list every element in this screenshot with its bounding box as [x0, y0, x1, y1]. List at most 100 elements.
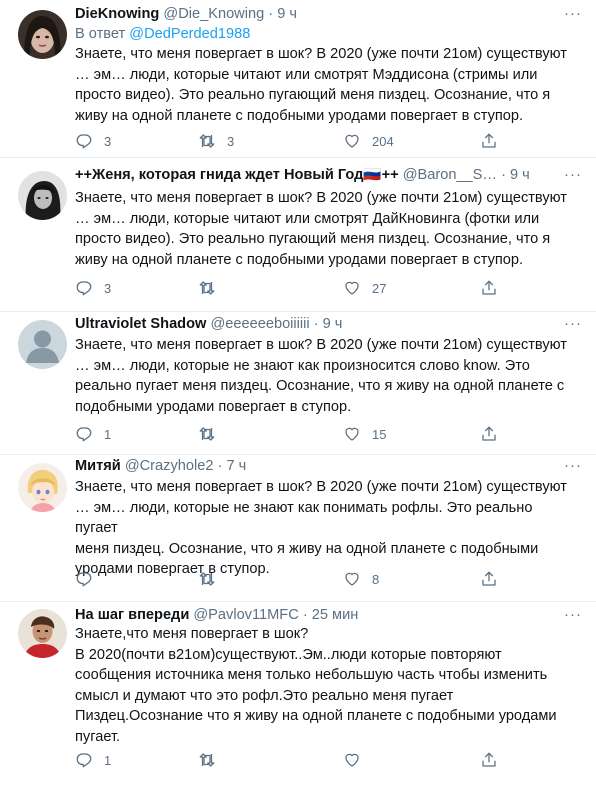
more-icon[interactable]: ···	[564, 458, 582, 477]
tweet[interactable]: Митяй @Crazyhole2 · 7 ч ··· Знаете, что …	[0, 455, 596, 602]
display-name[interactable]: На шаг впереди	[75, 607, 189, 623]
avatar[interactable]	[18, 171, 67, 220]
separator-dot: ·	[302, 607, 308, 623]
tweet-text: Знаете, что меня повергает в шок? В 2020…	[75, 46, 567, 124]
retweet-icon	[199, 427, 215, 441]
separator-dot: ·	[313, 316, 319, 332]
like-button[interactable]: 8	[343, 569, 379, 589]
share-button[interactable]	[480, 424, 498, 444]
tweet-text: Знаете, что меня повергает в шок? В 2020…	[75, 337, 567, 415]
tweet-actions: 3 27	[75, 278, 578, 298]
reply-button[interactable]: 3	[75, 131, 111, 151]
share-icon	[482, 280, 496, 295]
share-button[interactable]	[480, 569, 498, 589]
retweet-count: 3	[227, 133, 235, 149]
reply-button[interactable]: 1	[75, 750, 111, 770]
reply-count: 1	[104, 752, 112, 768]
avatar[interactable]	[18, 320, 67, 369]
user-handle[interactable]: @Die_Knowing	[163, 6, 264, 22]
share-button[interactable]	[480, 278, 498, 298]
reply-icon	[76, 134, 92, 149]
user-handle[interactable]: @Pavlov11MFC	[193, 607, 298, 623]
reply-icon	[76, 427, 92, 442]
heart-icon	[345, 572, 359, 586]
like-count: 8	[372, 571, 380, 587]
reply-count: 3	[104, 280, 112, 296]
reply-context: В ответ @DedPerded1988	[75, 25, 250, 43]
display-name[interactable]: DieKnowing	[75, 6, 159, 22]
retweet-icon	[199, 281, 215, 295]
tweet-text: Знаете,что меня повергает в шок? В 2020(…	[75, 626, 557, 745]
retweet-icon	[199, 753, 215, 767]
tweet-header: На шаг впереди @Pavlov11MFC · 25 мин	[75, 606, 562, 624]
share-icon	[482, 426, 496, 441]
avatar[interactable]	[18, 463, 67, 512]
retweet-button[interactable]	[198, 424, 227, 444]
more-icon[interactable]: ···	[564, 6, 582, 25]
user-handle[interactable]: @Crazyhole2	[125, 458, 214, 474]
timestamp[interactable]: 7 ч	[226, 458, 246, 474]
share-icon	[482, 133, 496, 148]
like-count: 27	[372, 280, 387, 296]
tweet-actions: 3 3 204	[75, 131, 578, 151]
timestamp[interactable]: 9 ч	[323, 316, 343, 332]
tweet-header: Митяй @Crazyhole2 · 7 ч	[75, 457, 562, 475]
display-name[interactable]: Ultraviolet Shadow	[75, 316, 206, 332]
tweet-header: ++Женя, которая гнида ждет Новый Год🇷🇺++…	[75, 166, 562, 184]
user-handle[interactable]: @eeeeeeboiiiiii	[210, 316, 309, 332]
reply-icon	[76, 572, 92, 587]
display-name[interactable]: ++Женя, которая гнида ждет Новый Год🇷🇺++	[75, 167, 399, 183]
retweet-button[interactable]	[198, 569, 227, 589]
tweet[interactable]: На шаг впереди @Pavlov11MFC · 25 мин ···…	[0, 602, 596, 787]
more-icon[interactable]: ···	[564, 167, 582, 186]
heart-icon	[345, 753, 359, 767]
tweet-text: Знаете, что меня повергает в шок? В 2020…	[75, 479, 567, 578]
share-button[interactable]	[480, 750, 498, 770]
heart-icon	[345, 427, 359, 441]
tweet-header: Ultraviolet Shadow @eeeeeeboiiiiii · 9 ч	[75, 315, 562, 333]
reply-button[interactable]: 3	[75, 278, 111, 298]
reply-button[interactable]	[75, 569, 104, 589]
share-button[interactable]	[480, 131, 498, 151]
tweet-text: Знаете, что меня повергает в шок? В 2020…	[75, 190, 567, 268]
reply-count: 1	[104, 426, 112, 442]
tweet-actions: 1	[75, 750, 578, 770]
like-count: 204	[372, 133, 394, 149]
like-button[interactable]: 27	[343, 278, 386, 298]
like-button[interactable]: 204	[343, 131, 394, 151]
display-name[interactable]: Митяй	[75, 458, 121, 474]
reply-button[interactable]: 1	[75, 424, 111, 444]
like-count: 15	[372, 426, 387, 442]
user-handle[interactable]: @Baron__S…	[403, 167, 497, 183]
retweet-icon	[199, 134, 215, 148]
timestamp[interactable]: 9 ч	[277, 6, 297, 22]
tweet-actions: 1 15	[75, 424, 578, 444]
tweet[interactable]: Ultraviolet Shadow @eeeeeeboiiiiii · 9 ч…	[0, 312, 596, 455]
heart-icon	[345, 134, 359, 148]
tweet[interactable]: DieKnowing @Die_Knowing · 9 ч ··· В отве…	[0, 0, 596, 158]
heart-icon	[345, 281, 359, 295]
reply-icon	[76, 753, 92, 768]
separator-dot: ·	[217, 458, 223, 474]
reply-to-link[interactable]: @DedPerded1988	[129, 26, 250, 42]
timestamp[interactable]: 9 ч	[510, 167, 530, 183]
tweet-header: DieKnowing @Die_Knowing · 9 ч	[75, 5, 562, 23]
avatar[interactable]	[18, 609, 67, 658]
share-icon	[482, 571, 496, 586]
avatar[interactable]	[18, 10, 67, 59]
more-icon[interactable]: ···	[564, 316, 582, 335]
reply-icon	[76, 281, 92, 296]
share-icon	[482, 752, 496, 767]
separator-dot: ·	[268, 6, 274, 22]
like-button[interactable]	[343, 750, 372, 770]
timestamp[interactable]: 25 мин	[312, 607, 359, 623]
reply-count: 3	[104, 133, 112, 149]
retweet-button[interactable]	[198, 750, 227, 770]
reply-prefix: В ответ	[75, 26, 126, 42]
retweet-button[interactable]	[198, 278, 227, 298]
tweet[interactable]: ++Женя, которая гнида ждет Новый Год🇷🇺++…	[0, 158, 596, 312]
tweet-actions: 8	[75, 569, 578, 589]
retweet-button[interactable]: 3	[198, 131, 234, 151]
separator-dot: ·	[501, 167, 506, 183]
like-button[interactable]: 15	[343, 424, 386, 444]
